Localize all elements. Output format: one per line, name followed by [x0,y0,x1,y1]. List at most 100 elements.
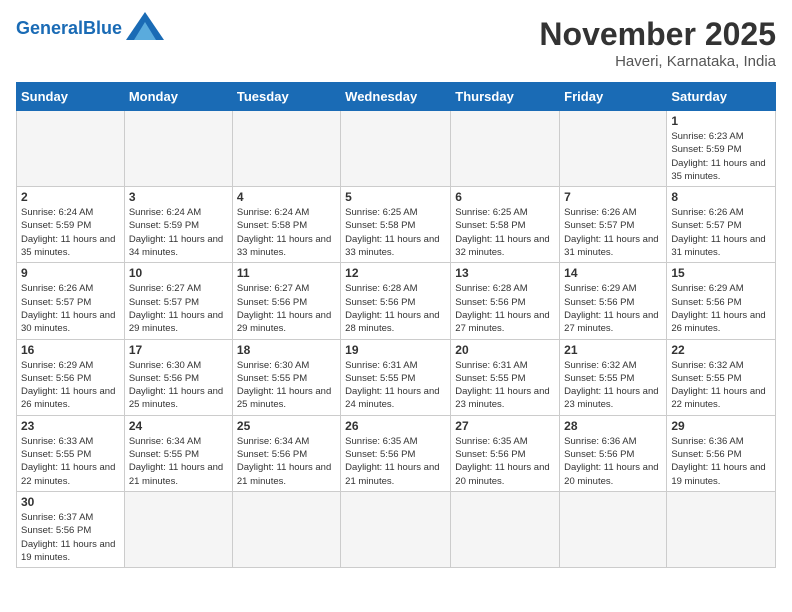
calendar-cell: 4Sunrise: 6:24 AM Sunset: 5:58 PM Daylig… [232,187,340,263]
day-info: Sunrise: 6:35 AM Sunset: 5:56 PM Dayligh… [455,435,555,488]
day-number: 26 [345,419,446,433]
page-header: GeneralBlue November 2025 Haveri, Karnat… [16,16,776,70]
logo-general: General [16,18,83,38]
calendar-cell [124,111,232,187]
day-info: Sunrise: 6:26 AM Sunset: 5:57 PM Dayligh… [564,206,662,259]
calendar-cell: 13 Sunrise: 6:28 AM Sunset: 5:56 PM Dayli… [451,263,560,339]
calendar-table: SundayMondayTuesdayWednesdayThursdayFrid… [16,82,776,568]
day-info: Sunrise: 6:30 AM Sunset: 5:56 PM Dayligh… [129,359,228,412]
calendar-week-6: 30 Sunrise: 6:37 AM Sunset: 5:56 PM Dayli… [17,491,776,567]
weekday-header-thursday: Thursday [451,83,560,111]
calendar-week-2: 2 Sunrise: 6:24 AM Sunset: 5:59 PM Daylig… [17,187,776,263]
calendar-cell: 18 Sunrise: 6:30 AM Sunset: 5:55 PM Dayli… [232,339,340,415]
calendar-cell: 23 Sunrise: 6:33 AM Sunset: 5:55 PM Dayli… [17,415,125,491]
day-info: Sunrise: 6:29 AM Sunset: 5:56 PM Dayligh… [564,282,662,335]
day-info: Sunrise: 6:23 AM Sunset: 5:59 PM Dayligh… [671,130,771,183]
weekday-row: SundayMondayTuesdayWednesdayThursdayFrid… [17,83,776,111]
calendar-cell: 9 Sunrise: 6:26 AM Sunset: 5:57 PM Daylig… [17,263,125,339]
day-number: 14 [564,266,662,280]
day-info: Sunrise: 6:33 AM Sunset: 5:55 PM Dayligh… [21,435,120,488]
day-info: Sunrise: 6:31 AM Sunset: 5:55 PM Dayligh… [345,359,446,412]
calendar-cell [667,491,776,567]
logo-icon [126,12,164,40]
day-number: 21 [564,343,662,357]
calendar-cell [232,491,340,567]
day-number: 25 [237,419,336,433]
calendar-cell: 17 Sunrise: 6:30 AM Sunset: 5:56 PM Dayli… [124,339,232,415]
day-info: Sunrise: 6:25 AM Sunset: 5:58 PM Dayligh… [455,206,555,259]
day-number: 27 [455,419,555,433]
calendar-week-3: 9 Sunrise: 6:26 AM Sunset: 5:57 PM Daylig… [17,263,776,339]
day-number: 17 [129,343,228,357]
calendar-cell: 2Sunrise: 6:24 AM Sunset: 5:59 PM Daylig… [17,187,125,263]
day-info: Sunrise: 6:31 AM Sunset: 5:55 PM Dayligh… [455,359,555,412]
day-info: Sunrise: 6:30 AM Sunset: 5:55 PM Dayligh… [237,359,336,412]
day-info: Sunrise: 6:34 AM Sunset: 5:55 PM Dayligh… [129,435,228,488]
calendar-cell: 21Sunrise: 6:32 AM Sunset: 5:55 PM Dayli… [560,339,667,415]
day-number: 9 [21,266,120,280]
day-number: 1 [671,114,771,128]
calendar-cell: 27 Sunrise: 6:35 AM Sunset: 5:56 PM Dayli… [451,415,560,491]
day-number: 28 [564,419,662,433]
day-number: 6 [455,190,555,204]
calendar-cell: 5Sunrise: 6:25 AM Sunset: 5:58 PM Daylig… [341,187,451,263]
day-info: Sunrise: 6:32 AM Sunset: 5:55 PM Dayligh… [671,359,771,412]
calendar-cell: 26 Sunrise: 6:35 AM Sunset: 5:56 PM Dayli… [341,415,451,491]
calendar-header: SundayMondayTuesdayWednesdayThursdayFrid… [17,83,776,111]
logo-text: GeneralBlue [16,19,122,37]
day-number: 23 [21,419,120,433]
weekday-header-tuesday: Tuesday [232,83,340,111]
day-number: 15 [671,266,771,280]
calendar-cell: 14 Sunrise: 6:29 AM Sunset: 5:56 PM Dayli… [560,263,667,339]
day-number: 13 [455,266,555,280]
day-info: Sunrise: 6:26 AM Sunset: 5:57 PM Dayligh… [671,206,771,259]
calendar-cell: 10Sunrise: 6:27 AM Sunset: 5:57 PM Dayli… [124,263,232,339]
calendar-cell [17,111,125,187]
day-info: Sunrise: 6:35 AM Sunset: 5:56 PM Dayligh… [345,435,446,488]
day-info: Sunrise: 6:34 AM Sunset: 5:56 PM Dayligh… [237,435,336,488]
calendar-cell [451,491,560,567]
calendar-cell: 11 Sunrise: 6:27 AM Sunset: 5:56 PM Dayli… [232,263,340,339]
weekday-header-friday: Friday [560,83,667,111]
day-number: 8 [671,190,771,204]
day-info: Sunrise: 6:29 AM Sunset: 5:56 PM Dayligh… [21,359,120,412]
calendar-cell: 19Sunrise: 6:31 AM Sunset: 5:55 PM Dayli… [341,339,451,415]
day-number: 7 [564,190,662,204]
day-number: 18 [237,343,336,357]
day-number: 12 [345,266,446,280]
day-number: 2 [21,190,120,204]
day-info: Sunrise: 6:28 AM Sunset: 5:56 PM Dayligh… [455,282,555,335]
calendar-cell [341,491,451,567]
day-info: Sunrise: 6:36 AM Sunset: 5:56 PM Dayligh… [671,435,771,488]
weekday-header-wednesday: Wednesday [341,83,451,111]
calendar-week-1: 1 Sunrise: 6:23 AM Sunset: 5:59 PM Daylig… [17,111,776,187]
location: Haveri, Karnataka, India [539,53,776,70]
calendar-cell [560,491,667,567]
calendar-cell [232,111,340,187]
weekday-header-monday: Monday [124,83,232,111]
calendar-week-4: 16 Sunrise: 6:29 AM Sunset: 5:56 PM Dayli… [17,339,776,415]
calendar-cell [560,111,667,187]
day-number: 5 [345,190,446,204]
day-info: Sunrise: 6:26 AM Sunset: 5:57 PM Dayligh… [21,282,120,335]
day-number: 29 [671,419,771,433]
day-info: Sunrise: 6:27 AM Sunset: 5:56 PM Dayligh… [237,282,336,335]
calendar-body: 1 Sunrise: 6:23 AM Sunset: 5:59 PM Daylig… [17,111,776,568]
day-number: 11 [237,266,336,280]
day-info: Sunrise: 6:37 AM Sunset: 5:56 PM Dayligh… [21,511,120,564]
logo: GeneralBlue [16,16,164,40]
calendar-cell: 30 Sunrise: 6:37 AM Sunset: 5:56 PM Dayli… [17,491,125,567]
day-info: Sunrise: 6:36 AM Sunset: 5:56 PM Dayligh… [564,435,662,488]
day-number: 30 [21,495,120,509]
day-number: 20 [455,343,555,357]
calendar-cell: 16 Sunrise: 6:29 AM Sunset: 5:56 PM Dayli… [17,339,125,415]
calendar-cell: 24Sunrise: 6:34 AM Sunset: 5:55 PM Dayli… [124,415,232,491]
day-info: Sunrise: 6:24 AM Sunset: 5:59 PM Dayligh… [129,206,228,259]
weekday-header-sunday: Sunday [17,83,125,111]
calendar-cell: 6 Sunrise: 6:25 AM Sunset: 5:58 PM Daylig… [451,187,560,263]
day-number: 3 [129,190,228,204]
day-number: 22 [671,343,771,357]
calendar-cell: 25 Sunrise: 6:34 AM Sunset: 5:56 PM Dayli… [232,415,340,491]
day-number: 16 [21,343,120,357]
calendar-cell: 28 Sunrise: 6:36 AM Sunset: 5:56 PM Dayli… [560,415,667,491]
